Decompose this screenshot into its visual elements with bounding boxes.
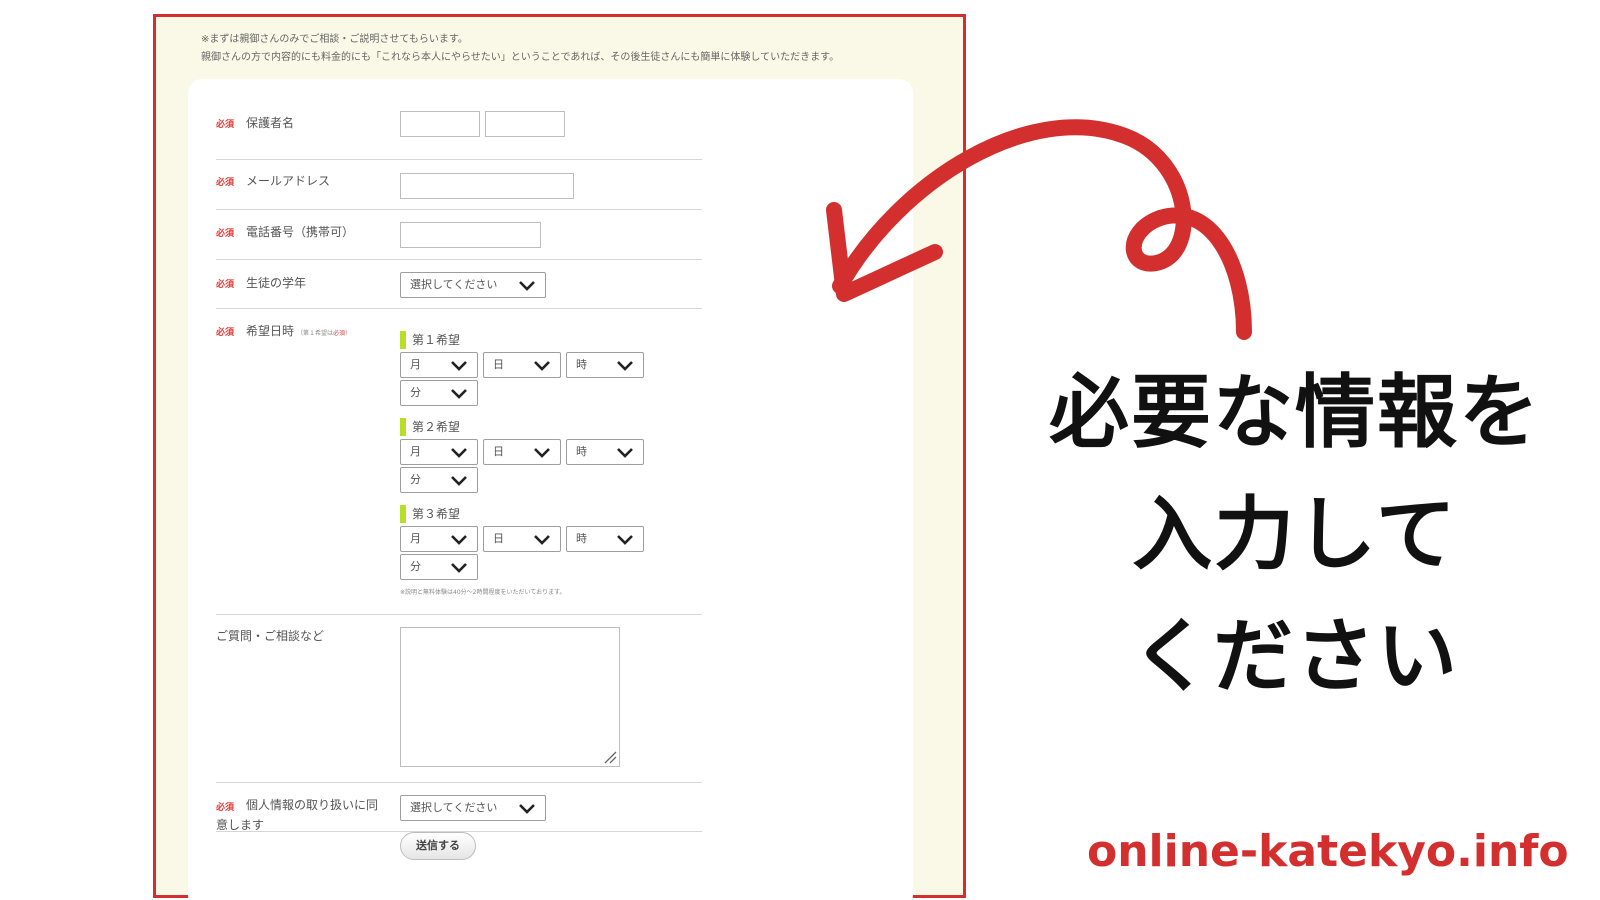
caption-line-2: 入力して <box>1132 488 1458 581</box>
caption-line-1: 必要な情報を <box>1049 366 1541 459</box>
instruction-caption: 必要な情報を 入力して ください <box>1035 352 1555 718</box>
caption-line-3: ください <box>1131 610 1459 703</box>
site-url: online-katekyo.info <box>1087 826 1569 877</box>
